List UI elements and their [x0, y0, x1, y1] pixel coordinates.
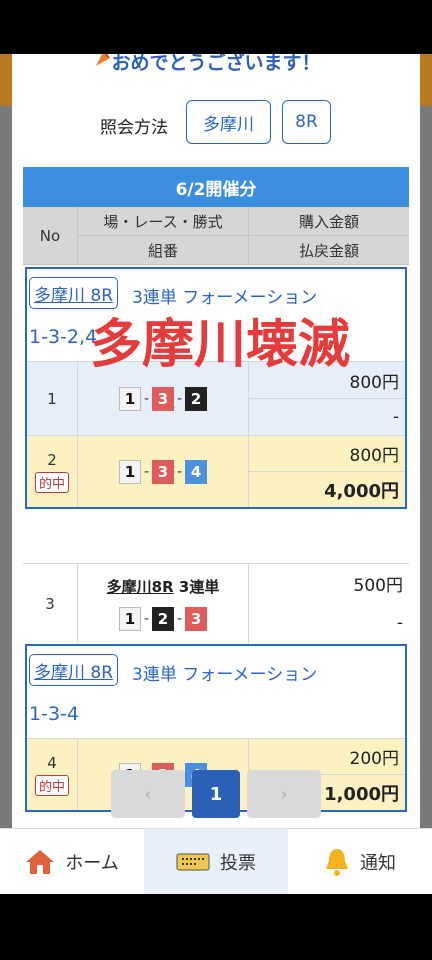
combination: 1-3-2,4 [29, 326, 98, 348]
payout-amount: - [396, 613, 403, 634]
table-row: 3 多摩川8R 3連単 1- 2- 3 500円 - [23, 563, 409, 643]
tab-home[interactable]: ホーム [0, 829, 144, 894]
purchase-amount: 500円 [353, 576, 403, 597]
overlay-caption: 多摩川壊滅 [90, 315, 351, 375]
payout-amount: - [249, 398, 405, 435]
row-number-cell: 2 的中 [27, 436, 78, 507]
boat-number: 4 [185, 459, 208, 484]
result-modal: おめでとうございます！ 照会方法 多摩川 8R 6/2開催分 No 場・レース・… [12, 54, 420, 828]
tab-notify[interactable]: 通知 [288, 829, 432, 894]
ticket-icon [176, 853, 210, 870]
purchase-amount: 200円 [349, 749, 399, 769]
number-combo: 1- 2- 3 [118, 607, 208, 631]
tab-notify-label: 通知 [360, 852, 396, 874]
boat-number: 3 [185, 607, 208, 631]
system-nav-area [0, 894, 432, 960]
status-bar [0, 0, 432, 54]
bet-type: 3連単 フォーメーション [132, 665, 318, 685]
col-purchase: 購入金額 [249, 207, 409, 236]
bet-group-header: 多摩川 8R 3連単 フォーメーション 1-3-4 [27, 646, 405, 738]
venue-chip[interactable]: 多摩川 [186, 100, 271, 144]
row-number: 2 [47, 450, 57, 469]
current-page-button[interactable]: 1 [192, 770, 240, 818]
home-icon [26, 849, 55, 874]
bet-type: 3連単 [178, 578, 220, 596]
race-chip[interactable]: 8R [282, 100, 331, 144]
bell-icon [326, 848, 348, 876]
col-combo: 組番 [78, 236, 249, 265]
race-cell: 多摩川8R 3連単 1- 2- 3 [78, 564, 249, 643]
col-payout: 払戻金額 [298, 242, 359, 260]
bottom-tab-bar: ホーム 投票 通知 [0, 828, 432, 894]
boat-number: 3 [152, 459, 174, 484]
amount-cell: 800円 4,000円 [249, 436, 405, 507]
venue-bet-label: 多摩川8R 3連単 [107, 576, 220, 597]
column-header: No 場・レース・勝式 組番 購入金額 払戻金額 [23, 207, 409, 265]
boat-number: 2 [152, 607, 174, 631]
boat-number: 3 [152, 386, 174, 411]
boat-number: 2 [185, 386, 208, 411]
venue-race-tag[interactable]: 多摩川 8R [29, 654, 119, 686]
congratulations-text: おめでとうございます！ [111, 54, 321, 74]
query-method-row: 照会方法 多摩川 8R [12, 100, 420, 148]
tab-vote-label: 投票 [220, 852, 256, 874]
tab-home-label: ホーム [65, 852, 119, 874]
boat-number: 1 [118, 386, 141, 411]
bet-results-table: 6/2開催分 No 場・レース・勝式 組番 購入金額 払戻金額 多摩川 8R 3… [23, 167, 409, 812]
purchase-amount: 800円 [349, 446, 399, 466]
table-row: 2 的中 1- 3- 4 800円 4,000円 [27, 435, 405, 507]
row-number: 4 [47, 753, 57, 772]
payout-amount: 4,000円 [249, 471, 405, 507]
combination: 1-3-4 [29, 703, 79, 725]
date-header: 6/2開催分 [23, 167, 409, 207]
query-method-label: 照会方法 [100, 118, 168, 138]
prev-page-button[interactable]: ‹ [111, 770, 185, 818]
col-race: 場・レース・勝式 [78, 207, 249, 236]
number-combo: 1- 3- 4 [78, 436, 249, 507]
next-page-button[interactable]: › [247, 770, 321, 818]
row-number: 1 [27, 362, 78, 435]
amount-cell: 500円 - [249, 564, 409, 643]
boat-number: 1 [118, 607, 141, 631]
boat-number: 1 [118, 459, 141, 484]
tab-vote[interactable]: 投票 [144, 829, 288, 894]
hit-badge: 的中 [34, 471, 69, 493]
venue-race-link[interactable]: 多摩川8R [107, 578, 174, 596]
row-number: 3 [23, 564, 78, 643]
pagination: ‹ 1 › [12, 770, 420, 820]
col-no: No [23, 207, 78, 265]
